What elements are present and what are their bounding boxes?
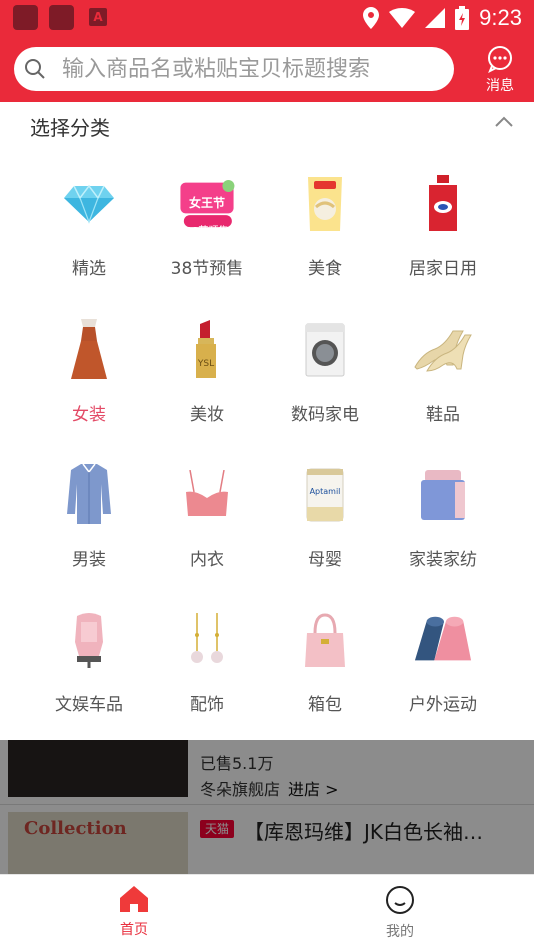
formula-can-label: Aptamil <box>309 487 341 496</box>
search-input[interactable] <box>62 56 442 82</box>
presale-badge-sub: 38节预售 <box>185 226 229 237</box>
category-label: 鞋品 <box>426 405 460 425</box>
category-item-baby[interactable]: Aptamil 母婴 <box>266 465 384 575</box>
category-item-auto[interactable]: 文娱车品 <box>30 610 148 720</box>
category-label: 户外运动 <box>409 695 477 715</box>
category-item-food[interactable]: 美食 <box>266 174 384 284</box>
location-icon <box>363 7 380 29</box>
nav-home-label: 首页 <box>120 922 148 938</box>
home-icon <box>120 886 148 912</box>
presale-badge-text: 女王节 <box>188 196 225 210</box>
lipstick-icon: YSL <box>196 320 216 378</box>
category-label: 美妆 <box>190 405 224 425</box>
clock: 9:23 <box>479 5 522 30</box>
category-item-electronics[interactable]: 数码家电 <box>266 320 384 430</box>
category-item-accessories[interactable]: 配饰 <box>148 610 266 720</box>
category-item-household[interactable]: 居家日用 <box>384 174 502 284</box>
category-item-bags[interactable]: 箱包 <box>266 610 384 720</box>
heels-icon <box>414 330 472 372</box>
category-item-shoes[interactable]: 鞋品 <box>384 320 502 430</box>
bottom-nav: 首页 我的 <box>0 874 534 950</box>
category-label: 男装 <box>72 550 106 570</box>
message-button[interactable]: 消息 <box>478 45 522 95</box>
category-item-womenswear[interactable]: 女装 <box>30 319 148 430</box>
handbag-icon <box>305 613 345 667</box>
profile-icon <box>386 886 414 914</box>
category-label: 女装 <box>72 405 106 425</box>
app-notification-icon <box>49 5 74 30</box>
panel-title: 选择分类 <box>30 116 110 140</box>
chat-bubble-icon <box>488 46 512 73</box>
nav-home[interactable]: 首页 <box>74 885 194 939</box>
earrings-icon <box>191 613 223 663</box>
bra-icon <box>186 470 228 516</box>
search-icon <box>25 59 45 79</box>
category-item-menswear[interactable]: 男装 <box>30 464 148 575</box>
svg-text:YSL: YSL <box>197 359 214 369</box>
category-item-outdoor[interactable]: 户外运动 <box>384 610 502 720</box>
category-label: 内衣 <box>190 550 224 570</box>
category-item-home-textile[interactable]: 家装家纺 <box>384 465 502 575</box>
nav-me[interactable]: 我的 <box>340 885 460 941</box>
detergent-bottle-icon <box>429 175 457 231</box>
category-panel: 选择分类 精选 女王节 38节预售 38节预售 美食 居家日用 女装 YSL 美… <box>0 102 534 740</box>
category-label: 家装家纺 <box>409 550 477 570</box>
dress-icon <box>71 319 107 379</box>
category-item-underwear[interactable]: 内衣 <box>148 465 266 575</box>
category-item-beauty[interactable]: YSL 美妆 <box>148 320 266 430</box>
app-badge-icon: A <box>89 8 107 26</box>
category-label: 数码家电 <box>291 405 359 425</box>
category-label: 38节预售 <box>170 259 244 279</box>
wifi-icon <box>389 8 416 28</box>
search-bar[interactable] <box>14 47 454 91</box>
chevron-up-icon[interactable] <box>494 114 514 128</box>
signal-icon <box>425 8 446 28</box>
category-label: 箱包 <box>308 695 342 715</box>
app-notification-icon <box>13 5 38 30</box>
category-label: 精选 <box>72 259 106 279</box>
category-label: 美食 <box>308 259 342 279</box>
header: A 9:23 消息 <box>0 0 534 102</box>
category-label: 文娱车品 <box>55 695 123 715</box>
category-label: 母婴 <box>308 550 342 570</box>
diamond-icon <box>64 184 114 224</box>
status-bar: A 9:23 <box>0 0 534 36</box>
car-seat-icon <box>75 613 103 668</box>
category-label: 居家日用 <box>409 259 477 279</box>
dim-overlay[interactable] <box>0 740 534 874</box>
snack-bag-icon <box>308 177 342 231</box>
message-label: 消息 <box>486 78 514 94</box>
battery-icon <box>455 6 470 30</box>
yoga-mat-icon <box>414 616 472 661</box>
nav-me-label: 我的 <box>386 924 414 940</box>
shirt-icon <box>67 464 111 524</box>
category-item-presale[interactable]: 女王节 38节预售 38节预售 <box>148 174 266 284</box>
washing-machine-icon <box>305 323 345 377</box>
category-label: 配饰 <box>190 695 224 715</box>
bedding-icon <box>421 470 465 520</box>
category-item-featured[interactable]: 精选 <box>30 174 148 284</box>
